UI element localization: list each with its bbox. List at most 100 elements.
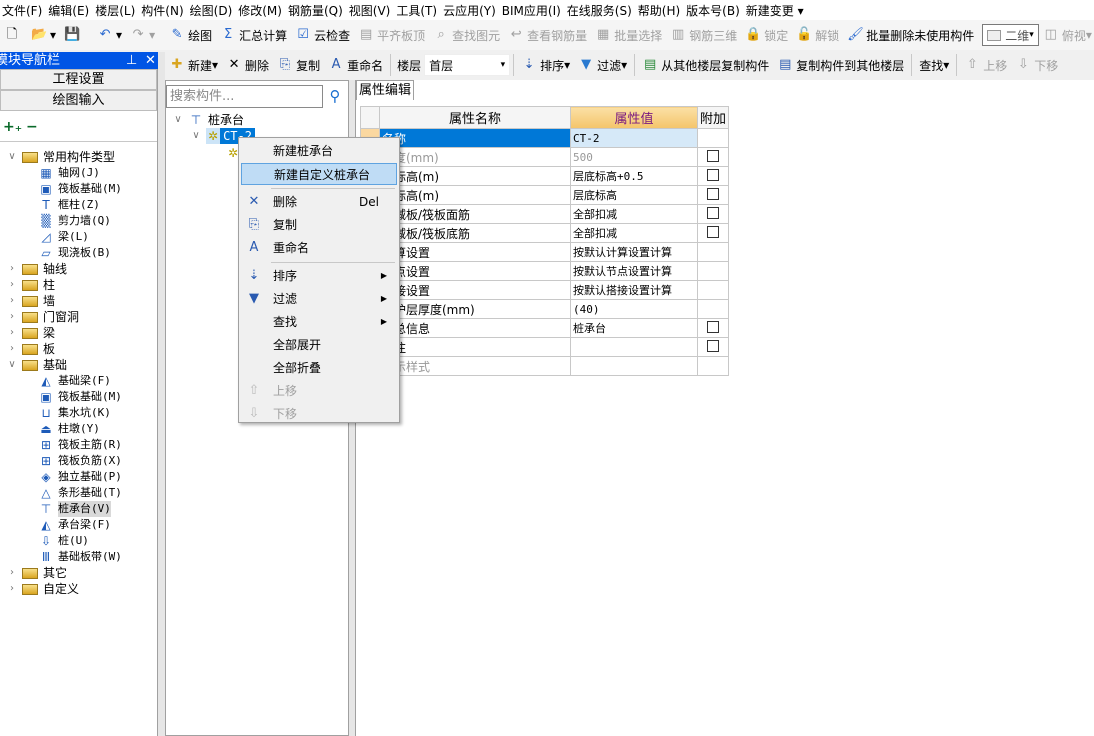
- property-value[interactable]: CT-2: [570, 128, 698, 148]
- tree-item[interactable]: ▒ 剪力墙(Q): [38, 213, 111, 229]
- tree-item[interactable]: ◈ 独立基础(P): [38, 469, 122, 485]
- context-menu-item[interactable]: ⇩ 下移: [241, 403, 397, 425]
- toolbar-button[interactable]: ▤ 平齐板顶: [354, 23, 429, 47]
- menu-item[interactable]: 钢筋量(Q): [286, 2, 347, 19]
- tree-item[interactable]: ▣ 筏板基础(M): [38, 389, 122, 405]
- tree-folder[interactable]: › 轴线: [6, 261, 67, 277]
- toolbar-button[interactable]: ▥ 钢筋三维: [666, 23, 741, 47]
- property-value[interactable]: 500: [570, 147, 698, 167]
- chevron-down-icon[interactable]: ∨: [172, 112, 184, 128]
- tree-item[interactable]: ⊞ 筏板负筋(X): [38, 453, 122, 469]
- extra-checkbox[interactable]: [707, 187, 719, 200]
- collapse-all-icon[interactable]: −: [26, 119, 38, 135]
- copy-to-floor-button[interactable]: ▤ 复制构件到其他楼层: [773, 53, 908, 77]
- menu-item[interactable]: 云应用(Y): [441, 2, 500, 19]
- property-row[interactable]: 备注: [360, 337, 730, 357]
- menu-item[interactable]: 视图(V): [347, 2, 395, 19]
- menu-item[interactable]: 文件(F): [0, 2, 46, 19]
- tree-item[interactable]: ◿ 梁(L): [38, 229, 89, 245]
- chevron-right-icon[interactable]: ›: [6, 565, 18, 581]
- menu-item[interactable]: 新建变更 ▾: [744, 2, 808, 19]
- view-direction-button[interactable]: ◫ 俯视 ▾: [1039, 23, 1094, 47]
- tree-folder[interactable]: › 自定义: [6, 581, 79, 597]
- chevron-right-icon[interactable]: ›: [6, 325, 18, 341]
- property-value[interactable]: 按默认计算设置计算: [570, 242, 698, 262]
- menu-item[interactable]: 修改(M): [236, 2, 286, 19]
- context-menu-item[interactable]: 新建自定义桩承台: [241, 163, 397, 185]
- extra-checkbox[interactable]: [707, 168, 719, 181]
- menu-item[interactable]: 绘图(D): [188, 2, 237, 19]
- menu-item[interactable]: 在线服务(S): [565, 2, 636, 19]
- extra-checkbox[interactable]: [707, 149, 719, 162]
- tree-folder[interactable]: › 板: [6, 341, 55, 357]
- tree-item[interactable]: T 框柱(Z): [38, 197, 100, 213]
- tree-item[interactable]: ⊔ 集水坑(K): [38, 405, 111, 421]
- tab-property-edit[interactable]: 属性编辑: [356, 80, 414, 100]
- toolbar-button[interactable]: ↩ 查看钢筋量: [504, 23, 591, 47]
- property-value[interactable]: [570, 337, 698, 357]
- property-row[interactable]: 名称CT-2: [360, 128, 730, 148]
- extra-checkbox[interactable]: [707, 225, 719, 238]
- context-menu-item[interactable]: 新建桩承台: [241, 140, 397, 162]
- property-row[interactable]: 扣减板/筏板面筋 全部扣减: [360, 204, 730, 224]
- sort-button[interactable]: ⇣ 排序 ▾: [517, 53, 574, 77]
- tree-folder[interactable]: › 梁: [6, 325, 55, 341]
- property-row[interactable]: 底标高(m) 层底标高: [360, 185, 730, 205]
- menu-item[interactable]: 版本号(B): [684, 2, 744, 19]
- pin-icon[interactable]: ⊥: [126, 52, 137, 69]
- context-menu-item[interactable]: 全部展开: [241, 334, 397, 356]
- chevron-right-icon[interactable]: ›: [6, 581, 18, 597]
- tree-folder[interactable]: › 其它: [6, 565, 67, 581]
- property-value[interactable]: 层底标高+0.5: [570, 166, 698, 186]
- delete-button[interactable]: ✕ 删除: [222, 53, 273, 77]
- property-row[interactable]: 汇总信息 桩承台: [360, 318, 730, 338]
- toolbar-button[interactable]: ☑ 云检查: [291, 23, 354, 47]
- property-value[interactable]: (40): [570, 299, 698, 319]
- search-input[interactable]: 搜索构件...: [166, 85, 323, 108]
- toolbar-button[interactable]: Σ 汇总计算: [216, 23, 291, 47]
- copy-button[interactable]: ⎘ 复制: [273, 53, 324, 77]
- chevron-down-icon[interactable]: ∨: [190, 128, 202, 144]
- tree-item[interactable]: ◭ 承台梁(F): [38, 517, 111, 533]
- toolbar-button[interactable]: 🖌 批量删除未使用构件: [843, 23, 978, 47]
- property-value[interactable]: 按默认节点设置计算: [570, 261, 698, 281]
- move-up-button[interactable]: ⇧ 上移: [960, 53, 1011, 77]
- context-menu-item[interactable]: ⎘ 复制: [241, 214, 397, 236]
- toolbar-button[interactable]: ▦ 批量选择: [591, 23, 666, 47]
- move-down-button[interactable]: ⇩ 下移: [1011, 53, 1062, 77]
- toolbar-button[interactable]: 🔓 解锁: [792, 23, 843, 47]
- extra-checkbox[interactable]: [707, 206, 719, 219]
- open-button[interactable]: 📂 ▾: [27, 23, 60, 47]
- chevron-right-icon[interactable]: ›: [6, 293, 18, 309]
- tree-folder[interactable]: › 墙: [6, 293, 55, 309]
- save-button[interactable]: 💾: [60, 23, 87, 47]
- menu-item[interactable]: 楼层(L): [93, 2, 139, 19]
- undo-button[interactable]: ↶ ▾: [93, 23, 126, 47]
- context-menu-item[interactable]: ▼ 过滤 ▶: [241, 288, 397, 310]
- tree-folder[interactable]: › 门窗洞: [6, 309, 79, 325]
- splitter[interactable]: [158, 52, 165, 736]
- tree-folder[interactable]: ∨ 常用构件类型: [6, 149, 115, 165]
- property-value[interactable]: 层底标高: [570, 185, 698, 205]
- property-row[interactable]: 节点设置 按默认节点设置计算: [360, 261, 730, 281]
- menu-item[interactable]: 构件(N): [139, 2, 187, 19]
- property-row[interactable]: 搭接设置 按默认搭接设置计算: [360, 280, 730, 300]
- find-button[interactable]: 查找 ▾: [915, 53, 953, 77]
- close-icon[interactable]: ✕: [145, 52, 156, 69]
- context-menu-item[interactable]: ✕ 删除 Del: [241, 191, 397, 213]
- rename-button[interactable]: A 重命名: [324, 53, 387, 77]
- tree-item[interactable]: ◭ 基础梁(F): [38, 373, 111, 389]
- property-row[interactable]: 保护层厚度(mm) (40): [360, 299, 730, 319]
- chevron-right-icon[interactable]: ›: [6, 261, 18, 277]
- new-file-button[interactable]: 🗋: [0, 23, 27, 47]
- expand-all-icon[interactable]: +₊: [3, 119, 22, 135]
- property-value[interactable]: 桩承台: [570, 318, 698, 338]
- tree-folder[interactable]: › 柱: [6, 277, 55, 293]
- menu-item[interactable]: 工具(T): [394, 2, 441, 19]
- tree-item[interactable]: △ 条形基础(T): [38, 485, 122, 501]
- tree-item[interactable]: ▱ 现浇板(B): [38, 245, 111, 261]
- tree-folder[interactable]: ∨ 基础: [6, 357, 67, 373]
- chevron-down-icon[interactable]: ∨: [6, 149, 18, 165]
- property-row[interactable]: 扣减板/筏板底筋 全部扣减: [360, 223, 730, 243]
- tree-item[interactable]: ⊤ 桩承台(V): [38, 501, 111, 517]
